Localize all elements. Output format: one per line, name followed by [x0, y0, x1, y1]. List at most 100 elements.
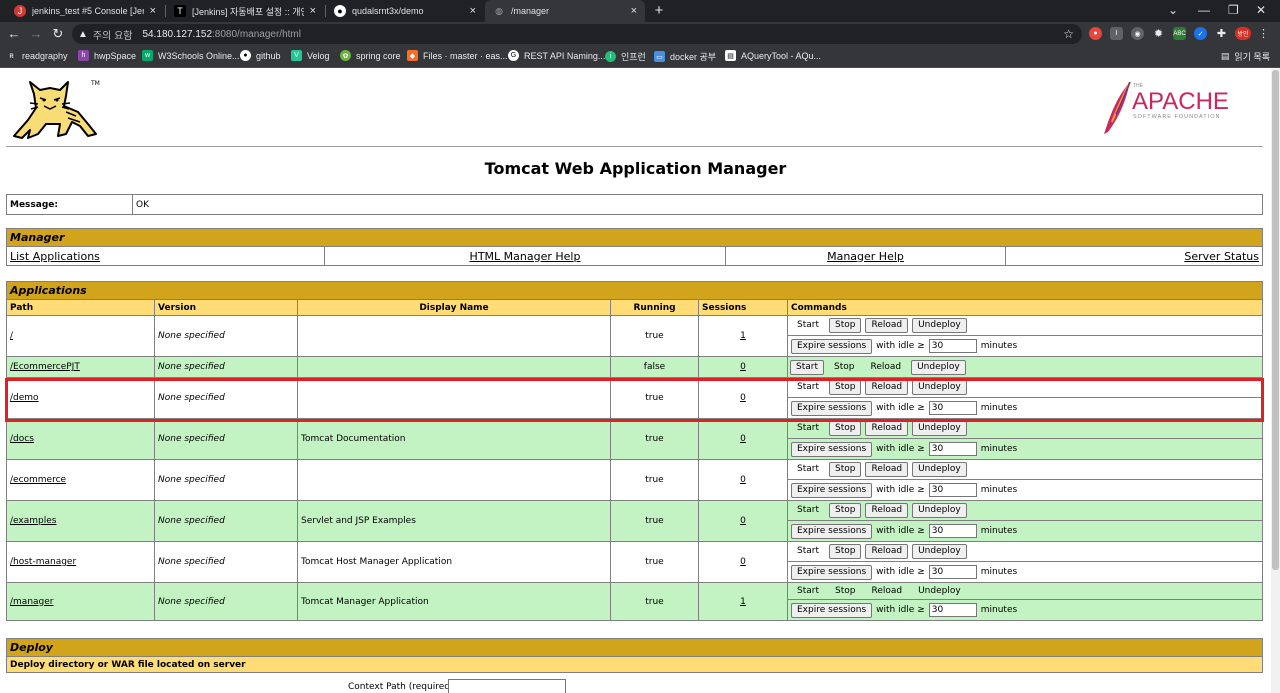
undeploy-button[interactable]: Undeploy [911, 359, 966, 375]
app-sessions-link[interactable]: 0 [740, 362, 746, 372]
app-path-link[interactable]: /demo [10, 393, 39, 403]
app-sessions-link[interactable]: 1 [740, 597, 746, 607]
app-path-link[interactable]: /docs [10, 434, 34, 444]
vertical-scrollbar[interactable] [1271, 68, 1280, 693]
undeploy-button[interactable]: Undeploy [912, 318, 967, 333]
bookmark-spring-core[interactable]: ✿ spring core [340, 50, 401, 61]
list-applications-link[interactable]: List Applications [10, 250, 100, 263]
reload-button[interactable]: Reload [865, 380, 909, 395]
app-path-link[interactable]: /ecommerce [10, 475, 66, 485]
html-manager-help-link[interactable]: HTML Manager Help [470, 250, 581, 263]
expire-sessions-button[interactable]: Expire sessions [791, 400, 873, 416]
bookmark-hwpspace[interactable]: h hwpSpace [78, 50, 136, 61]
new-tab-button[interactable]: + [651, 2, 667, 19]
idle-minutes-input[interactable]: 30 [928, 339, 977, 353]
bookmark-rest-api[interactable]: G REST API Naming... [508, 50, 605, 61]
server-status-link[interactable]: Server Status [1184, 250, 1259, 263]
app-path-link[interactable]: /manager [10, 597, 53, 607]
close-icon[interactable]: × [470, 5, 476, 17]
stop-button[interactable]: Stop [829, 318, 862, 333]
app-sessions-link[interactable]: 0 [740, 434, 746, 444]
idle-minutes-input[interactable]: 30 [928, 603, 977, 617]
manager-help-link[interactable]: Manager Help [827, 250, 904, 263]
app-sessions-link[interactable]: 0 [740, 557, 746, 567]
undeploy-button[interactable]: Undeploy [912, 380, 967, 395]
extension-abc-icon[interactable]: ABC [1173, 27, 1186, 40]
undeploy-button[interactable]: Undeploy [912, 503, 967, 518]
undeploy-button[interactable]: Undeploy [912, 421, 967, 436]
tab-jenkins-blog[interactable]: T [Jenkins] 자동배포 설정 :: 개인의 × [166, 0, 324, 22]
security-label[interactable]: 주의 요함 [93, 27, 133, 42]
expire-sessions-button[interactable]: Expire sessions [791, 441, 873, 457]
stop-button[interactable]: Stop [829, 380, 862, 395]
url-input[interactable]: ▲ 주의 요함 54.180.127.152 :8080/manager/htm… [72, 24, 1082, 44]
bookmark-inflearn[interactable]: i 인프런 [605, 50, 646, 63]
extension-check-icon[interactable]: ✓ [1194, 27, 1207, 40]
app-sessions-link[interactable]: 0 [740, 516, 746, 526]
undeploy-button[interactable]: Undeploy [912, 544, 967, 559]
minimize-icon[interactable]: — [1198, 3, 1210, 17]
reading-list-button[interactable]: ▤ 읽기 목록 [1221, 50, 1270, 63]
tab-search-icon[interactable]: ⌄ [1168, 3, 1178, 17]
extension-record-icon[interactable]: ● [1089, 27, 1102, 40]
back-arrow-icon[interactable]: ← [6, 26, 22, 41]
bookmark-docker[interactable]: ▭ docker 공부 [654, 50, 716, 63]
stop-button[interactable]: Stop [829, 544, 862, 559]
scrollbar-thumb[interactable] [1272, 70, 1279, 570]
bookmark-readgraphy[interactable]: ʀ readgraphy [6, 50, 67, 61]
app-path-link[interactable]: /examples [10, 516, 56, 526]
idle-minutes-input[interactable]: 30 [928, 565, 977, 579]
undeploy-button[interactable]: Undeploy [912, 462, 967, 477]
bookmark-gitlab-files[interactable]: ◆ Files · master · eas... [407, 50, 508, 61]
forward-arrow-icon[interactable]: → [28, 26, 44, 41]
extension-info-icon[interactable]: I [1110, 27, 1123, 40]
tab-github-demo[interactable]: ● qudalsrnt3x/demo × [326, 0, 484, 22]
window-close-icon[interactable]: ✕ [1256, 3, 1266, 17]
context-path-input[interactable] [448, 679, 566, 693]
reload-button[interactable]: Reload [865, 421, 909, 436]
tomcat-logo[interactable]: TM [6, 76, 102, 142]
app-path-link[interactable]: / [10, 331, 13, 341]
stop-button[interactable]: Stop [829, 503, 862, 518]
app-sessions-link[interactable]: 0 [740, 475, 746, 485]
tab-jenkins-console[interactable]: J jenkins_test #5 Console [Jenkin × [6, 0, 164, 22]
app-sessions-link[interactable]: 1 [740, 331, 746, 341]
app-running: true [610, 377, 699, 419]
app-display-name: Tomcat Host Manager Application [297, 541, 611, 583]
start-button[interactable]: Start [790, 359, 824, 375]
close-icon[interactable]: × [631, 5, 637, 17]
close-icon[interactable]: × [310, 5, 316, 17]
app-path-link[interactable]: /host-manager [10, 557, 76, 567]
expire-sessions-button[interactable]: Expire sessions [791, 338, 873, 354]
profile-avatar[interactable]: 방인 [1235, 27, 1251, 40]
extension-camera-icon[interactable]: ◉ [1131, 27, 1144, 40]
menu-kebab-icon[interactable]: ⋮ [1257, 27, 1270, 40]
idle-minutes-input[interactable]: 30 [928, 483, 977, 497]
bookmark-w3schools[interactable]: w W3Schools Online... [142, 50, 240, 61]
bookmark-github[interactable]: ● github [240, 50, 281, 61]
stop-button[interactable]: Stop [829, 421, 862, 436]
bookmark-velog[interactable]: V Velog [291, 50, 330, 61]
reload-button[interactable]: Reload [865, 544, 909, 559]
extension-gear-icon[interactable]: ✹ [1152, 27, 1165, 40]
reload-button[interactable]: Reload [865, 318, 909, 333]
idle-minutes-input[interactable]: 30 [928, 442, 977, 456]
close-icon[interactable]: × [150, 5, 156, 17]
expire-sessions-button[interactable]: Expire sessions [791, 564, 873, 580]
app-path-link[interactable]: /EcommercePJT [10, 362, 80, 372]
reload-button[interactable]: Reload [865, 462, 909, 477]
idle-minutes-input[interactable]: 30 [928, 524, 977, 538]
extensions-puzzle-icon[interactable]: ✚ [1215, 27, 1228, 40]
maximize-icon[interactable]: ❐ [1228, 3, 1239, 17]
bookmark-star-icon[interactable]: ☆ [1063, 27, 1074, 41]
reload-button[interactable]: Reload [865, 503, 909, 518]
expire-sessions-button[interactable]: Expire sessions [791, 602, 873, 618]
expire-sessions-button[interactable]: Expire sessions [791, 482, 873, 498]
reload-icon[interactable]: ↻ [50, 26, 66, 42]
idle-minutes-input[interactable]: 30 [928, 401, 977, 415]
bookmark-aquerytool[interactable]: ▤ AQueryTool - AQu... [725, 50, 821, 61]
app-sessions-link[interactable]: 0 [740, 393, 746, 403]
tab-manager[interactable]: ◍ /manager × [485, 0, 645, 22]
stop-button[interactable]: Stop [829, 462, 862, 477]
expire-sessions-button[interactable]: Expire sessions [791, 523, 873, 539]
